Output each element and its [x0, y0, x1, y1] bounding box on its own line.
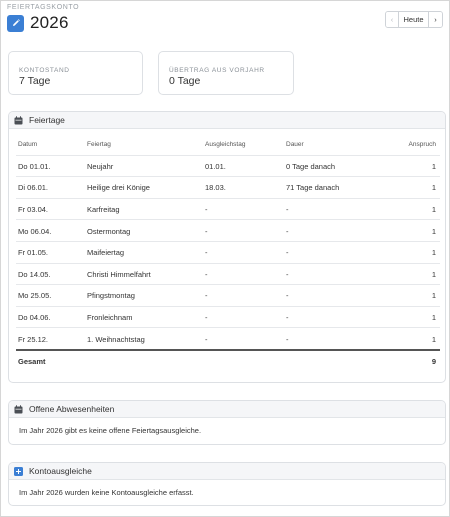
total-row: Gesamt 9 [9, 351, 445, 373]
carryover-card: ÜBERTRAG AUS VORJAHR 0 Tage [158, 51, 294, 95]
table-row: Mo 25.05. Pfingstmontag - - 1 [9, 285, 445, 307]
column-header-date: Datum [18, 141, 38, 149]
carryover-value: 0 Tage [169, 75, 201, 87]
cell-entitlement: 1 [431, 183, 436, 193]
table-header-row: Datum Feiertag Ausgleichstag Dauer Anspr… [9, 134, 445, 156]
pencil-icon [12, 19, 20, 26]
cell-duration: - [286, 291, 289, 301]
cell-holiday: Pfingstmontag [87, 291, 135, 301]
total-label: Gesamt [18, 357, 46, 367]
table-row: Di 06.01. Heilige drei Könige 18.03. 71 Tag… [9, 177, 445, 199]
holidays-panel-header: Feiertage [9, 112, 445, 129]
balance-label: KONTOSTAND [19, 67, 70, 74]
edit-button[interactable] [7, 14, 24, 32]
next-year-button[interactable]: › [429, 12, 442, 27]
cell-date: Di 06.01. [18, 183, 49, 193]
cell-duration: - [286, 269, 289, 279]
cell-date: Mo 06.04. [18, 226, 52, 236]
cell-date: Do 04.06. [18, 313, 51, 323]
cell-duration: - [286, 205, 289, 215]
table-row: Fr 25.12. 1. Weihnachtstag - - 1 [9, 328, 445, 350]
cell-entitlement: 1 [431, 226, 436, 236]
cell-holiday: Ostermontag [87, 226, 131, 236]
page-title: 2026 [30, 13, 69, 32]
table-row: Fr 03.04. Karfreitag - - 1 [9, 199, 445, 221]
cell-entitlement: 1 [431, 248, 436, 258]
cell-date: Fr 25.12. [18, 334, 49, 344]
balance-value: 7 Tage [19, 75, 51, 87]
cell-holiday: Heilige drei Könige [87, 183, 150, 193]
cell-compensation-day: - [205, 291, 208, 301]
column-header-holiday: Feiertag [87, 141, 111, 149]
cell-holiday: Christi Himmelfahrt [87, 269, 151, 279]
open-absences-panel-header: Offene Abwesenheiten [9, 401, 445, 418]
cell-date: Fr 03.04. [18, 205, 49, 215]
account-adjustments-panel-title: Kontoausgleiche [29, 466, 92, 476]
account-adjustments-panel-header: Kontoausgleiche [9, 463, 445, 480]
cell-compensation-day: 18.03. [205, 183, 226, 193]
cell-holiday: Neujahr [87, 161, 114, 171]
calendar-icon [14, 115, 23, 125]
holidays-panel-title: Feiertage [29, 115, 65, 125]
page-eyebrow: FEIERTAGSKONTO [7, 4, 80, 11]
cell-duration: - [286, 313, 289, 323]
column-header-entitlement: Anspruch [408, 141, 436, 149]
column-header-duration: Dauer [286, 141, 304, 149]
cell-duration: - [286, 334, 289, 344]
cell-entitlement: 1 [431, 161, 436, 171]
cell-entitlement: 1 [431, 313, 436, 323]
open-absences-panel-title: Offene Abwesenheiten [29, 404, 115, 414]
table-row: Mo 06.04. Ostermontag - - 1 [9, 220, 445, 242]
cell-holiday: Karfreitag [87, 205, 120, 215]
balance-card: KONTOSTAND 7 Tage [8, 51, 143, 95]
total-value: 9 [431, 357, 436, 367]
cell-date: Do 14.05. [18, 269, 51, 279]
cell-holiday: Fronleichnam [87, 313, 133, 323]
cell-duration: - [286, 248, 289, 258]
previous-year-button[interactable]: ‹ [386, 12, 399, 27]
cell-date: Fr 01.05. [18, 248, 49, 258]
cell-compensation-day: - [205, 313, 208, 323]
table-row: Do 14.05. Christi Himmelfahrt - - 1 [9, 264, 445, 286]
cell-entitlement: 1 [431, 269, 436, 279]
cell-holiday: 1. Weihnachtstag [87, 334, 145, 344]
carryover-label: ÜBERTRAG AUS VORJAHR [169, 67, 265, 74]
cell-date: Mo 25.05. [18, 291, 52, 301]
today-button[interactable]: Heute [399, 12, 429, 27]
period-navigation: ‹ Heute › [385, 11, 443, 28]
cell-duration: - [286, 226, 289, 236]
cell-entitlement: 1 [431, 291, 436, 301]
column-header-compensation-day: Ausgleichstag [205, 141, 246, 149]
cell-entitlement: 1 [431, 205, 436, 215]
table-row: Do 01.01. Neujahr 01.01. 0 Tage danach 1 [9, 156, 445, 178]
chevron-left-icon: ‹ [390, 15, 394, 24]
cell-compensation-day: - [205, 248, 208, 258]
cell-date: Do 01.01. [18, 161, 51, 171]
calendar-icon [14, 404, 23, 414]
table-row: Fr 01.05. Maifeiertag - - 1 [9, 242, 445, 264]
cell-holiday: Maifeiertag [87, 248, 125, 258]
cell-compensation-day: - [205, 334, 208, 344]
cell-entitlement: 1 [431, 334, 436, 344]
chevron-right-icon: › [434, 15, 437, 24]
cell-duration: 0 Tage danach [286, 161, 336, 171]
cell-compensation-day: 01.01. [205, 161, 226, 171]
cell-compensation-day: - [205, 269, 208, 279]
table-row: Do 04.06. Fronleichnam - - 1 [9, 307, 445, 329]
holidays-panel: Feiertage Datum Feiertag Ausgleichstag D… [8, 111, 446, 383]
cell-compensation-day: - [205, 226, 208, 236]
cell-duration: 71 Tage danach [286, 183, 340, 193]
plus-icon[interactable] [14, 466, 23, 476]
title-row: 2026 [7, 13, 69, 33]
cell-compensation-day: - [205, 205, 208, 215]
account-adjustments-panel: Kontoausgleiche Im Jahr 2026 wurden kein… [8, 462, 446, 506]
open-absences-panel: Offene Abwesenheiten Im Jahr 2026 gibt e… [8, 400, 446, 445]
account-adjustments-message: Im Jahr 2026 wurden keine Kontoausgleich… [19, 488, 194, 497]
open-absences-message: Im Jahr 2026 gibt es keine offene Feiert… [19, 426, 202, 435]
